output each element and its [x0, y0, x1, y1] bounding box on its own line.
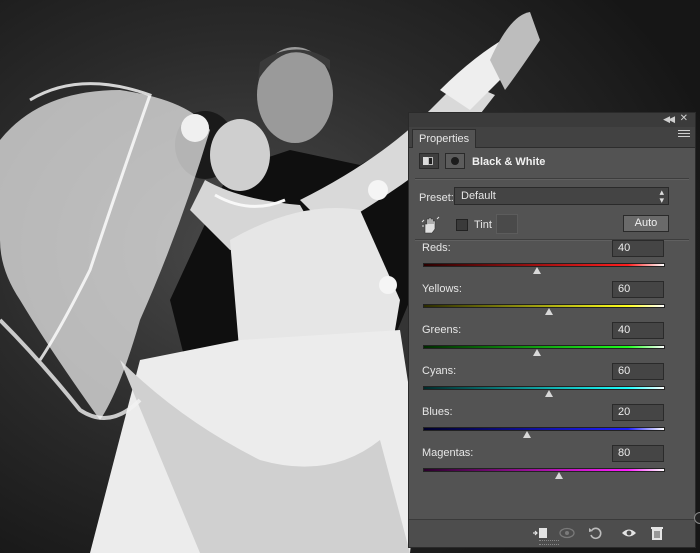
view-previous-icon[interactable] [559, 526, 575, 540]
select-arrows-icon: ▴ ▾ [659, 187, 664, 205]
slider-thumb[interactable] [555, 472, 563, 479]
panel-title-bar: ◀◀ ✕ [409, 113, 695, 128]
corner-knob-icon [694, 512, 700, 524]
double-chevron-icon[interactable]: ◀◀ [663, 114, 675, 125]
visibility-eye-icon[interactable] [621, 526, 637, 540]
adjustment-header: Black & White [409, 149, 695, 175]
divider [415, 178, 689, 180]
targeted-adjustment-hand-icon[interactable] [421, 216, 441, 234]
slider-value-input[interactable]: 60 [612, 281, 664, 298]
slider-track[interactable] [423, 468, 665, 472]
preset-value: Default [461, 190, 496, 202]
slider-value-input[interactable]: 20 [612, 404, 664, 421]
tab-properties[interactable]: Properties [412, 129, 477, 148]
close-icon[interactable]: ✕ [680, 113, 688, 124]
adjustment-layer-icon[interactable] [419, 153, 439, 169]
slider-thumb[interactable] [533, 267, 541, 274]
adjustment-title: Black & White [472, 156, 546, 168]
slider-track[interactable] [423, 427, 665, 431]
slider-label: Magentas: [422, 447, 474, 459]
slider-label: Reds: [422, 242, 451, 254]
slider-thumb[interactable] [533, 349, 541, 356]
layer-mask-icon[interactable] [445, 153, 465, 169]
slider-track[interactable] [423, 304, 665, 308]
slider-value-input[interactable]: 80 [612, 445, 664, 462]
trash-icon[interactable] [649, 526, 665, 540]
slider-track[interactable] [423, 345, 665, 349]
slider-thumb[interactable] [545, 308, 553, 315]
slider-value-input[interactable]: 40 [612, 322, 664, 339]
panel-bottom-bar [409, 519, 695, 547]
slider-label: Yellows: [422, 283, 462, 295]
slider-thumb[interactable] [523, 431, 531, 438]
resize-grip[interactable] [539, 540, 559, 545]
slider-value-input[interactable]: 60 [612, 363, 664, 380]
tint-label: Tint [474, 219, 492, 231]
reset-icon[interactable] [588, 526, 604, 540]
clip-to-layer-icon[interactable] [532, 526, 548, 540]
slider-label: Greens: [422, 324, 462, 336]
tint-color-swatch[interactable] [496, 214, 518, 234]
slider-label: Blues: [422, 406, 453, 418]
properties-panel: ◀◀ ✕ Properties Black & White Preset: De… [408, 112, 696, 548]
auto-button[interactable]: Auto [623, 215, 669, 232]
preset-select[interactable]: Default ▴ ▾ [454, 187, 669, 205]
slider-value-input[interactable]: 40 [612, 240, 664, 257]
tint-checkbox[interactable] [456, 219, 468, 231]
slider-track[interactable] [423, 263, 665, 267]
preset-label: Preset: [419, 192, 454, 204]
slider-track[interactable] [423, 386, 665, 390]
panel-menu-icon[interactable] [678, 130, 690, 140]
slider-thumb[interactable] [545, 390, 553, 397]
panel-tab-bar: Properties [409, 127, 695, 148]
slider-label: Cyans: [422, 365, 457, 377]
